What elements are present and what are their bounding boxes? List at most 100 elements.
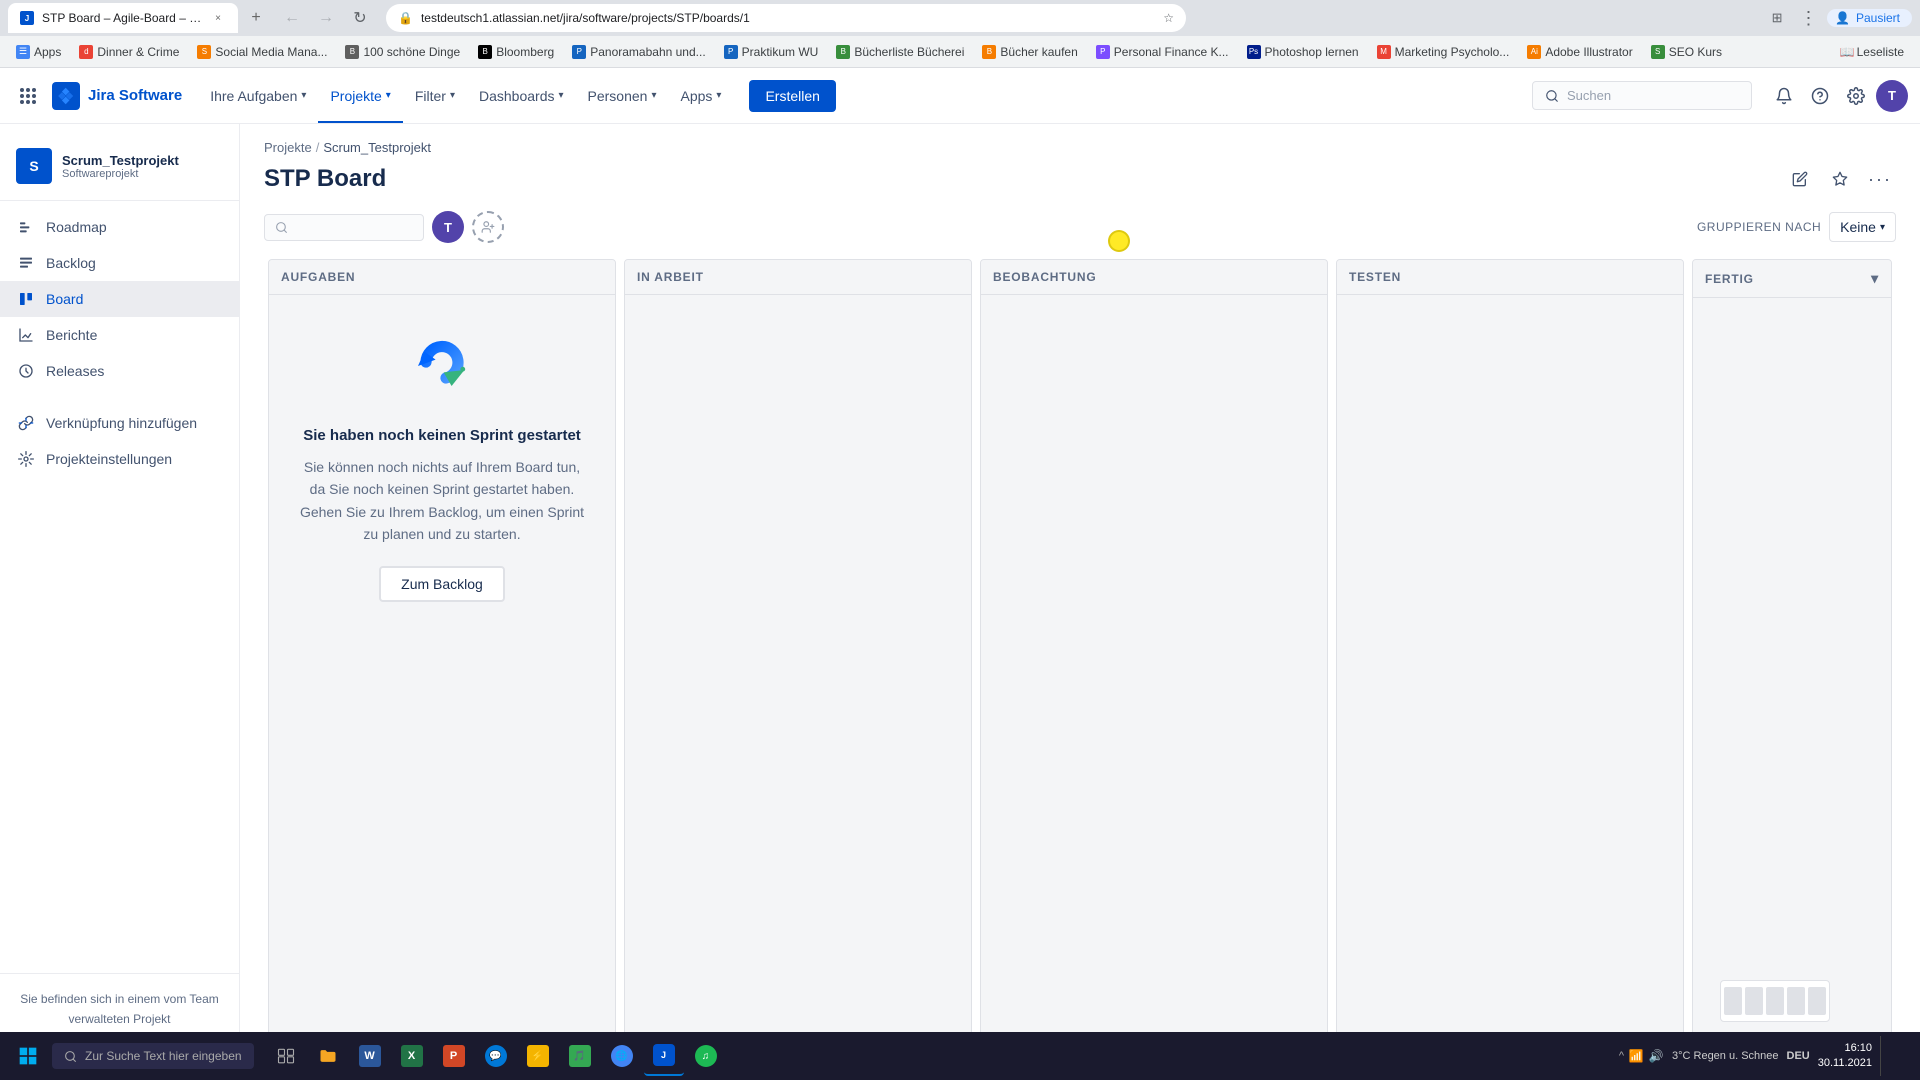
chevron-icon: ▾ [651, 90, 656, 101]
bookmark-favicon: M [1377, 45, 1391, 59]
add-user-button[interactable] [472, 211, 504, 243]
sidebar-item-backlog[interactable]: Backlog [0, 245, 239, 281]
taskbar: Zur Suche Text hier eingeben W X [0, 1032, 1920, 1080]
star-button[interactable] [1824, 163, 1856, 195]
tab-close[interactable]: × [210, 10, 226, 26]
profile-button[interactable]: 👤 Pausiert [1827, 9, 1912, 27]
sidebar-item-label: Verknüpfung hinzufügen [46, 415, 197, 431]
board-search-box[interactable] [264, 214, 424, 241]
bookmark-bloomberg[interactable]: B Bloomberg [470, 41, 562, 63]
column-expand-icon[interactable]: ▾ [1871, 270, 1879, 287]
board-user-avatar[interactable]: T [432, 211, 464, 243]
app8-icon: 🌐 [611, 1045, 633, 1067]
header-nav: Ihre Aufgaben ▾ Projekte ▾ Filter ▾ Dash… [198, 68, 733, 123]
jira-logo[interactable]: Jira Software [52, 82, 182, 110]
back-button[interactable]: ← [278, 4, 306, 32]
bookmark-marketing[interactable]: M Marketing Psycholo... [1369, 41, 1518, 63]
taskbar-search[interactable]: Zur Suche Text hier eingeben [52, 1043, 254, 1069]
clock-time: 16:10 [1818, 1041, 1872, 1056]
nav-dashboards[interactable]: Dashboards ▾ [467, 68, 576, 123]
tooltip-item [1745, 987, 1763, 1015]
tray-expand[interactable]: ^ [1619, 1050, 1624, 1062]
more-icon: ··· [1868, 169, 1892, 190]
show-desktop-button[interactable] [1880, 1036, 1904, 1076]
bookmark-100[interactable]: B 100 schöne Dinge [337, 41, 468, 63]
start-button[interactable] [8, 1036, 48, 1076]
chrome-menu-btn[interactable]: ⋮ [1795, 4, 1823, 32]
bookmark-social[interactable]: S Social Media Mana... [189, 41, 335, 63]
help-button[interactable] [1804, 80, 1836, 112]
nav-ihre-aufgaben[interactable]: Ihre Aufgaben ▾ [198, 68, 318, 123]
bookmark-label: Photoshop lernen [1265, 45, 1359, 59]
bookmark-apps[interactable]: ☰ Apps [8, 41, 69, 63]
app6-icon: ⚡ [527, 1045, 549, 1067]
nav-apps[interactable]: Apps ▾ [668, 68, 733, 123]
browser-tab[interactable]: J STP Board – Agile-Board – Jira × [8, 3, 238, 33]
nav-personen[interactable]: Personen ▾ [576, 68, 669, 123]
sidebar-item-releases[interactable]: Releases [0, 353, 239, 389]
app8-button[interactable]: 🌐 [602, 1036, 642, 1076]
zum-backlog-button[interactable]: Zum Backlog [379, 566, 505, 602]
sidebar-project: S Scrum_Testprojekt Softwareprojekt [0, 140, 239, 201]
bookmark-seo[interactable]: S SEO Kurs [1643, 41, 1730, 63]
file-explorer-button[interactable] [308, 1036, 348, 1076]
bookmark-buecher-kaufen[interactable]: B Bücher kaufen [974, 41, 1085, 63]
excel-button[interactable]: X [392, 1036, 432, 1076]
sidebar-item-berichte[interactable]: Berichte [0, 317, 239, 353]
lock-icon: 🔒 [398, 11, 413, 25]
language-indicator: DEU [1787, 1050, 1810, 1062]
nav-projekte[interactable]: Projekte ▾ [318, 68, 402, 123]
user-avatar[interactable]: T [1876, 80, 1908, 112]
app5-button[interactable]: 💬 [476, 1036, 516, 1076]
waffle-menu-button[interactable] [12, 80, 44, 112]
group-by-select[interactable]: Keine ▾ [1829, 212, 1896, 242]
extensions-btn[interactable]: ⊞ [1763, 4, 1791, 32]
app7-button[interactable]: 🎵 [560, 1036, 600, 1076]
network-icon[interactable]: 📶 [1628, 1048, 1644, 1064]
app6-button[interactable]: ⚡ [518, 1036, 558, 1076]
bookmark-label: Praktikum WU [742, 45, 819, 59]
notifications-button[interactable] [1768, 80, 1800, 112]
app9-button[interactable]: J [644, 1036, 684, 1076]
search-box[interactable]: Suchen [1532, 81, 1752, 110]
bookmark-photoshop[interactable]: Ps Photoshop lernen [1239, 41, 1367, 63]
new-tab-button[interactable]: + [242, 4, 270, 32]
column-body-beobachtung [981, 295, 1327, 1071]
sidebar-item-settings[interactable]: Projekteinstellungen [0, 441, 239, 477]
nav-filter[interactable]: Filter ▾ [403, 68, 467, 123]
edit-button[interactable] [1784, 163, 1816, 195]
sidebar-item-board[interactable]: Board [0, 281, 239, 317]
jira-taskbar-icon: J [653, 1044, 675, 1066]
sidebar-item-label: Berichte [46, 327, 97, 343]
logo-text: Jira Software [88, 87, 182, 104]
bookmarks-more-label: Leseliste [1857, 45, 1904, 59]
app10-button[interactable]: ♫ [686, 1036, 726, 1076]
volume-icon[interactable]: 🔊 [1648, 1048, 1664, 1064]
breadcrumb-projekte[interactable]: Projekte [264, 140, 312, 155]
reload-button[interactable]: ↻ [346, 4, 374, 32]
page-actions: ··· [1784, 163, 1896, 195]
create-button[interactable]: Erstellen [749, 80, 835, 112]
bookmark-personal-finance[interactable]: P Personal Finance K... [1088, 41, 1237, 63]
address-bar[interactable]: 🔒 testdeutsch1.atlassian.net/jira/softwa… [386, 4, 1186, 32]
powerpoint-button[interactable]: P [434, 1036, 474, 1076]
bookmark-praktikum[interactable]: P Praktikum WU [716, 41, 827, 63]
column-actions: ▾ [1871, 270, 1879, 287]
bookmark-label: Bücher kaufen [1000, 45, 1077, 59]
app5-icon: 💬 [485, 1045, 507, 1067]
word-button[interactable]: W [350, 1036, 390, 1076]
more-button[interactable]: ··· [1864, 163, 1896, 195]
sidebar-item-link-add[interactable]: Verknüpfung hinzufügen [0, 405, 239, 441]
settings-button[interactable] [1840, 80, 1872, 112]
bookmark-favicon: d [79, 45, 93, 59]
bookmark-adobe[interactable]: Ai Adobe Illustrator [1519, 41, 1640, 63]
board-area: AUFGABEN [240, 259, 1920, 1072]
taskview-button[interactable] [266, 1036, 306, 1076]
forward-button[interactable]: → [312, 4, 340, 32]
bookmark-panorama[interactable]: P Panoramabahn und... [564, 41, 713, 63]
sidebar-item-roadmap[interactable]: Roadmap [0, 209, 239, 245]
bookmark-buecherliste[interactable]: B Bücherliste Bücherei [828, 41, 972, 63]
column-label: IN ARBEIT [637, 270, 704, 284]
bookmark-dinner[interactable]: d Dinner & Crime [71, 41, 187, 63]
bookmarks-more[interactable]: 📖 Leseliste [1832, 41, 1912, 63]
